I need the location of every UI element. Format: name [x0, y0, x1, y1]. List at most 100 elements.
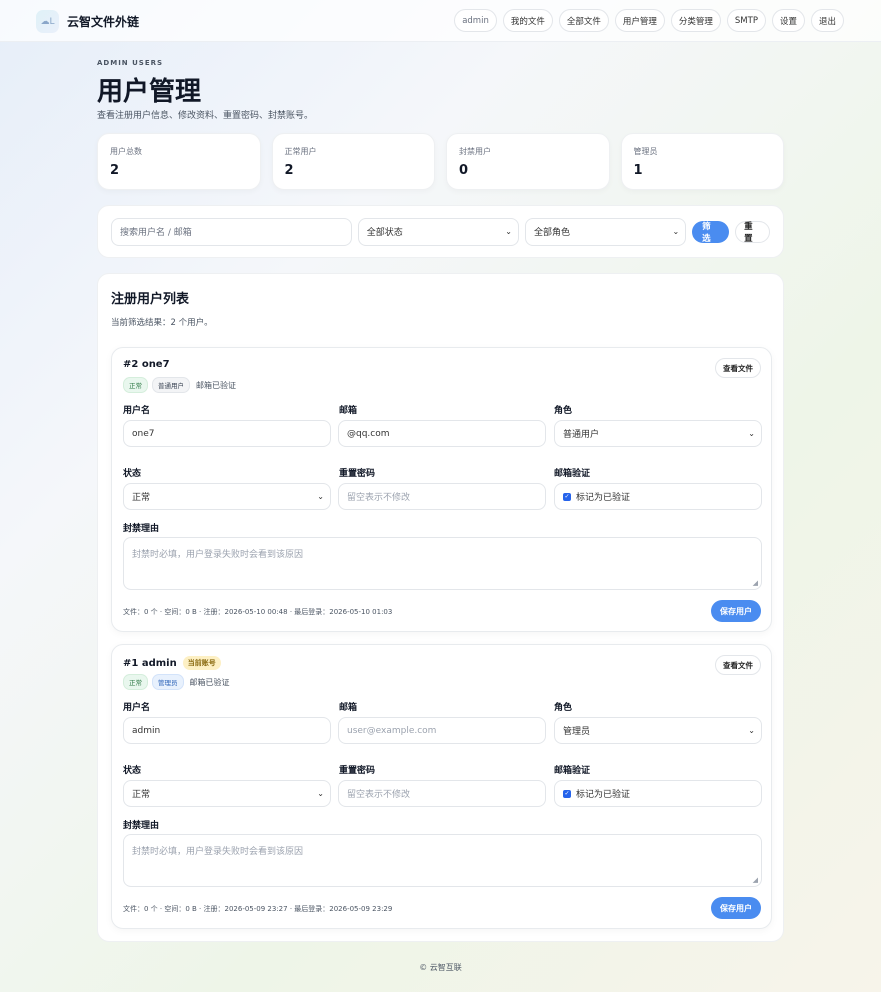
save-user-button[interactable]: 保存用户: [711, 897, 761, 919]
main-nav: admin 我的文件 全部文件 用户管理 分类管理 SMTP 设置 退出: [454, 9, 844, 32]
chevron-down-icon: ⌄: [748, 726, 755, 735]
status-select[interactable]: 正常 ⌄: [123, 483, 331, 510]
verified-checkbox-label: 标记为已验证: [576, 493, 631, 503]
email-label: 邮箱: [339, 703, 358, 713]
nav-my-files[interactable]: 我的文件: [502, 9, 553, 32]
user-card-title: #2 one7: [123, 359, 170, 370]
stat-card-admins: 管理员 1: [620, 133, 784, 190]
verified-checkbox-label: 标记为已验证: [576, 790, 631, 800]
chevron-down-icon: ⌄: [317, 492, 324, 501]
email-label: 邮箱: [339, 406, 358, 416]
status-filter-select[interactable]: 全部状态 ⌄: [357, 217, 519, 246]
nav-settings[interactable]: 设置: [771, 9, 805, 32]
user-list-panel: 注册用户列表 当前筛选结果：2 个用户。 #2 one7 正常 普通用户 邮箱已…: [97, 273, 784, 942]
nav-logout[interactable]: 退出: [810, 9, 844, 32]
role-select-value: 管理员: [563, 727, 591, 737]
resize-handle-icon[interactable]: ◢: [753, 876, 758, 884]
status-select-value: 正常: [132, 493, 151, 503]
save-user-button[interactable]: 保存用户: [711, 600, 761, 622]
chevron-down-icon: ⌄: [672, 226, 680, 236]
status-select-value: 正常: [132, 790, 151, 800]
ban-reason-label: 封禁理由: [123, 821, 160, 831]
user-meta: 文件：0 个 · 空间：0 B · 注册：2026-05-09 23:27 · …: [123, 905, 393, 913]
role-label: 角色: [554, 703, 573, 713]
view-files-button[interactable]: 查看文件: [715, 655, 761, 675]
role-select[interactable]: 普通用户 ⌄: [554, 420, 762, 447]
stat-label: 管理员: [633, 147, 658, 156]
email-verify-label: 邮箱验证: [554, 469, 591, 479]
search-input[interactable]: 搜索用户名 / 邮箱: [111, 217, 352, 246]
status-badge: 正常: [123, 674, 148, 690]
stat-card-active: 正常用户 2: [271, 133, 435, 190]
user-card: #2 one7 正常 普通用户 邮箱已验证 查看文件 用户名 邮箱 角色 one…: [111, 347, 772, 632]
stat-value: 2: [110, 163, 120, 178]
username-label: 用户名: [123, 703, 151, 713]
role-badge: 管理员: [152, 674, 184, 690]
user-card-title: #1 admin 当前账号: [123, 656, 221, 670]
brand[interactable]: ☁L 云智文件外链: [36, 10, 139, 33]
filter-bar: 搜索用户名 / 邮箱 全部状态 ⌄ 全部角色 ⌄ 筛选 重置: [97, 205, 784, 258]
top-bar: ☁L 云智文件外链 admin 我的文件 全部文件 用户管理 分类管理 SMTP…: [0, 0, 881, 42]
role-select-value: 普通用户: [563, 430, 600, 440]
nav-current-user[interactable]: admin: [454, 9, 497, 32]
stat-value: 2: [284, 163, 294, 178]
stats-row: 用户总数 2 正常用户 2 封禁用户 0 管理员 1: [97, 133, 784, 190]
nav-smtp[interactable]: SMTP: [726, 9, 766, 32]
stat-label: 用户总数: [110, 147, 142, 156]
password-input[interactable]: 留空表示不修改: [338, 780, 546, 807]
footer-copyright: © 云智互联: [419, 963, 462, 972]
email-input[interactable]: @qq.com: [338, 420, 546, 447]
nav-category-management[interactable]: 分类管理: [670, 9, 721, 32]
stat-label: 正常用户: [284, 147, 317, 156]
email-verify-label: 邮箱验证: [554, 766, 591, 776]
view-files-button[interactable]: 查看文件: [715, 358, 761, 378]
checkbox-checked-icon[interactable]: ✓: [563, 789, 571, 798]
list-result-count: 当前筛选结果：2 个用户。: [111, 318, 213, 328]
user-badges: 正常 普通用户 邮箱已验证: [123, 377, 238, 393]
ban-reason-placeholder: 封禁时必填，用户登录失败时会看到该原因: [132, 847, 304, 857]
current-account-badge: 当前账号: [182, 656, 221, 670]
stat-value: 0: [459, 163, 469, 178]
role-filter-select[interactable]: 全部角色 ⌄: [524, 217, 687, 246]
stat-card-total: 用户总数 2: [97, 133, 261, 190]
status-label: 状态: [123, 469, 142, 479]
user-badges: 正常 管理员 邮箱已验证: [123, 674, 232, 690]
brand-name: 云智文件外链: [67, 15, 140, 29]
verified-checkbox-field[interactable]: ✓ 标记为已验证: [554, 483, 762, 510]
role-select[interactable]: 管理员 ⌄: [554, 717, 762, 744]
list-title: 注册用户列表: [111, 292, 190, 307]
password-input[interactable]: 留空表示不修改: [338, 483, 546, 510]
ban-reason-textarea[interactable]: 封禁时必填，用户登录失败时会看到该原因 ◢: [123, 834, 762, 887]
verify-note: 邮箱已验证: [196, 380, 236, 390]
cloud-logo-icon: ☁L: [36, 10, 59, 33]
chevron-down-icon: ⌄: [317, 789, 324, 798]
username-input[interactable]: one7: [123, 420, 331, 447]
status-badge: 正常: [123, 377, 148, 393]
stat-value: 1: [633, 163, 643, 178]
page-title: 用户管理: [97, 77, 202, 107]
reset-password-label: 重置密码: [339, 766, 376, 776]
chevron-down-icon: ⌄: [505, 226, 512, 236]
resize-handle-icon[interactable]: ◢: [753, 579, 758, 587]
verify-note: 邮箱已验证: [189, 677, 230, 687]
reset-button[interactable]: 重置: [735, 220, 770, 244]
stat-card-banned: 封禁用户 0: [446, 133, 610, 190]
status-label: 状态: [123, 766, 142, 776]
role-label: 角色: [554, 406, 573, 416]
user-id-name: #1 admin: [123, 657, 177, 669]
username-input[interactable]: admin: [123, 717, 331, 744]
ban-reason-label: 封禁理由: [123, 524, 160, 534]
role-filter-value: 全部角色: [533, 228, 570, 238]
role-badge: 普通用户: [152, 377, 190, 393]
username-label: 用户名: [123, 406, 151, 416]
filter-button[interactable]: 筛选: [692, 220, 730, 244]
email-input[interactable]: user@example.com: [338, 717, 546, 744]
nav-user-management[interactable]: 用户管理: [614, 9, 665, 32]
ban-reason-textarea[interactable]: 封禁时必填，用户登录失败时会看到该原因 ◢: [123, 537, 762, 590]
page-eyebrow: ADMIN USERS: [97, 59, 164, 67]
status-select[interactable]: 正常 ⌄: [123, 780, 331, 807]
stat-label: 封禁用户: [459, 147, 491, 156]
checkbox-checked-icon[interactable]: ✓: [563, 492, 571, 501]
nav-all-files[interactable]: 全部文件: [558, 9, 609, 32]
verified-checkbox-field[interactable]: ✓ 标记为已验证: [554, 780, 762, 807]
